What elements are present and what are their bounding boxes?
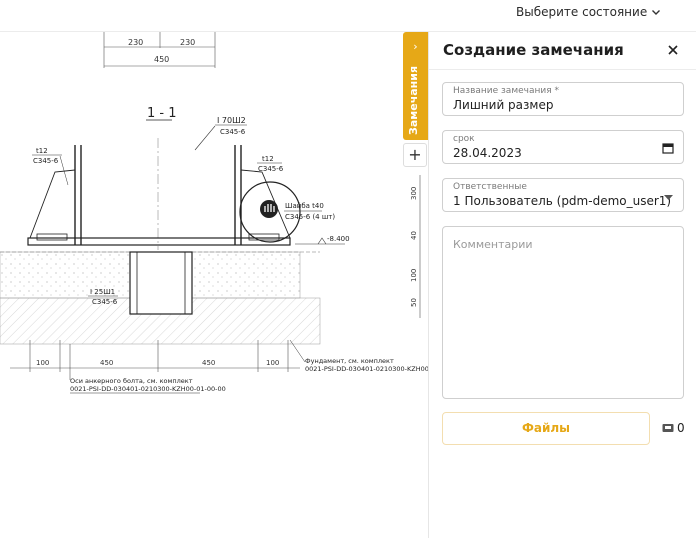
washer-steel: С345-6 (4 шт) bbox=[285, 213, 335, 221]
lower-beam-label: I 25Ш1 bbox=[90, 288, 115, 296]
responsible-label: Ответственные bbox=[453, 182, 527, 192]
dim-right-2: 40 bbox=[410, 231, 418, 240]
note-foundation: Фундамент, см. комплект bbox=[305, 357, 394, 365]
dim-top-1: 230 bbox=[128, 38, 143, 47]
lower-beam-steel: С345-6 bbox=[92, 298, 118, 306]
chevron-right-icon: › bbox=[413, 40, 418, 53]
state-select[interactable]: Выберите состояние bbox=[516, 5, 661, 19]
attachment-icon bbox=[662, 424, 674, 432]
drawing-canvas[interactable]: 230 230 450 1 - 1 I 70Ш2 С345-6 t12 С345… bbox=[0, 32, 428, 538]
plus-icon: + bbox=[408, 145, 422, 164]
left-plate-label: t12 bbox=[36, 147, 48, 155]
note-foundation-ref: 0021-PSI-DD-030401-0210300-KZH00-01-00- bbox=[305, 365, 428, 373]
due-date-field[interactable]: срок 28.04.2023 bbox=[442, 130, 684, 164]
beam-steel: С345-6 bbox=[220, 128, 246, 136]
top-bar: Выберите состояние bbox=[0, 0, 696, 32]
caret-down-icon[interactable] bbox=[663, 192, 674, 203]
close-icon bbox=[668, 45, 678, 55]
dim-top-2: 230 bbox=[180, 38, 195, 47]
hand-cursor-icon bbox=[260, 200, 278, 218]
elevation-label: -8.400 bbox=[327, 235, 350, 243]
close-button[interactable] bbox=[665, 42, 681, 58]
responsible-value: 1 Пользователь (pdm-demo_user1) bbox=[453, 194, 672, 208]
note-bolts-ref: 0021-PSI-DD-030401-0210300-KZH00-01-00-0… bbox=[70, 385, 226, 393]
remark-name-field[interactable]: Название замечания * Лишний размер bbox=[442, 82, 684, 116]
comments-textarea[interactable]: Комментарии bbox=[442, 226, 684, 399]
remark-name-label: Название замечания * bbox=[453, 86, 559, 96]
panel-divider bbox=[429, 69, 696, 70]
due-date-value[interactable]: 28.04.2023 bbox=[453, 146, 522, 160]
responsible-select[interactable]: Ответственные 1 Пользователь (pdm-demo_u… bbox=[442, 178, 684, 212]
files-button[interactable]: Файлы bbox=[442, 412, 650, 445]
remark-name-value[interactable]: Лишний размер bbox=[453, 98, 553, 112]
remarks-tab-label: Замечания bbox=[407, 65, 420, 135]
create-remark-panel: Создание замечания Название замечания * … bbox=[428, 32, 696, 538]
calendar-icon[interactable] bbox=[662, 142, 674, 154]
dim-bottom-2: 450 bbox=[100, 359, 113, 367]
dim-bottom-1: 100 bbox=[36, 359, 49, 367]
beam-label: I 70Ш2 bbox=[217, 116, 246, 125]
section-label: 1 - 1 bbox=[147, 106, 177, 121]
left-plate-steel: С345-6 bbox=[33, 157, 59, 165]
remarks-side-tab[interactable]: › Замечания bbox=[403, 32, 428, 140]
due-date-label: срок bbox=[453, 134, 475, 144]
chevron-down-icon bbox=[652, 10, 661, 15]
dim-right-3: 100 bbox=[410, 269, 418, 282]
dim-top-3: 450 bbox=[154, 55, 169, 64]
washer-label: Шайба t40 bbox=[285, 202, 324, 210]
dim-bottom-4: 100 bbox=[266, 359, 279, 367]
attachments-indicator: 0 bbox=[662, 421, 685, 435]
state-select-label: Выберите состояние bbox=[516, 5, 648, 19]
right-plate-steel: С345-6 bbox=[258, 165, 284, 173]
dim-right-4: 50 bbox=[410, 298, 418, 307]
dim-right-1: 300 bbox=[410, 187, 418, 200]
dim-bottom-3: 450 bbox=[202, 359, 215, 367]
drawing-svg: 230 230 450 1 - 1 I 70Ш2 С345-6 t12 С345… bbox=[0, 32, 428, 394]
panel-title: Создание замечания bbox=[443, 41, 624, 59]
add-remark-button[interactable]: + bbox=[403, 143, 427, 167]
comments-placeholder: Комментарии bbox=[453, 238, 533, 251]
right-plate-label: t12 bbox=[262, 155, 274, 163]
attachments-count: 0 bbox=[677, 421, 685, 435]
note-bolts: Оси анкерного болта, см. комплект bbox=[70, 377, 193, 385]
